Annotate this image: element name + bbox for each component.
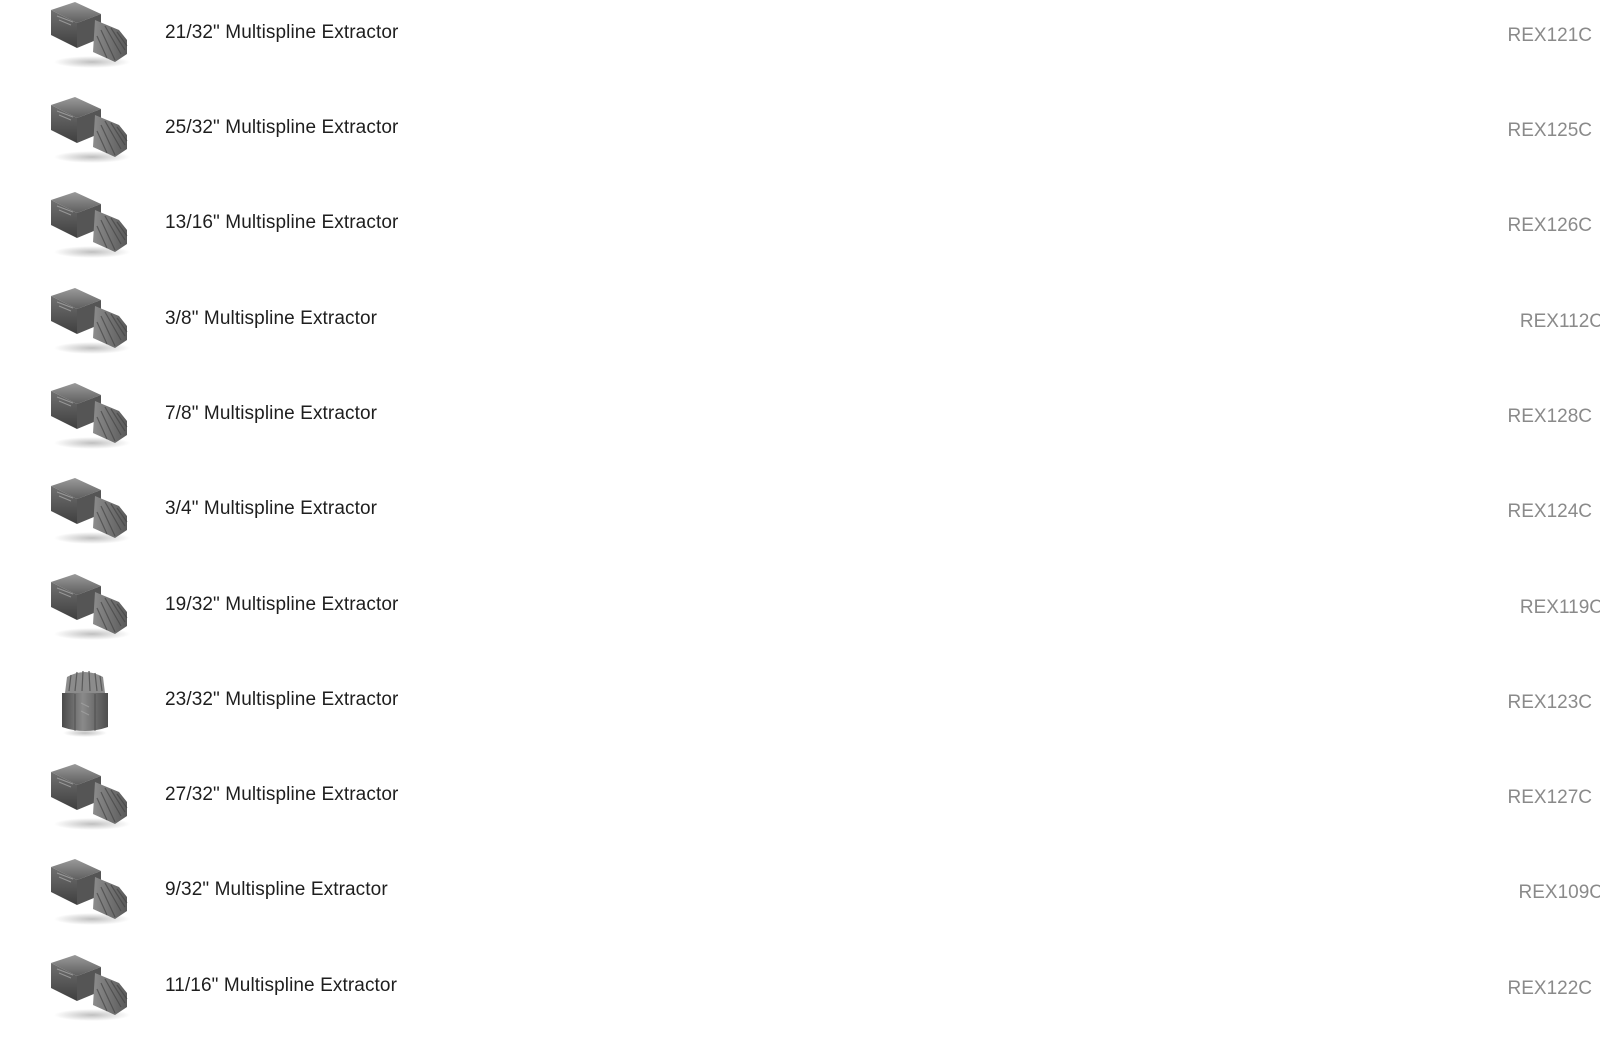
product-sku: REX109C bbox=[1519, 882, 1600, 904]
product-sku: REX126C bbox=[1508, 215, 1593, 237]
extractor-side-icon[interactable] bbox=[45, 857, 135, 929]
product-name[interactable]: 27/32" Multispline Extractor bbox=[165, 784, 398, 806]
product-sku: REX121C bbox=[1508, 25, 1593, 47]
product-name[interactable]: 11/16" Multispline Extractor bbox=[165, 975, 397, 997]
product-name[interactable]: 9/32" Multispline Extractor bbox=[165, 879, 388, 901]
extractor-upright-icon[interactable] bbox=[45, 667, 135, 739]
extractor-side-icon[interactable] bbox=[45, 476, 135, 548]
product-row[interactable]: 9/32" Multispline Extractor REX109C bbox=[0, 857, 1600, 954]
product-name[interactable]: 13/16" Multispline Extractor bbox=[165, 212, 398, 234]
product-row[interactable]: 23/32" Multispline Extractor REX123C bbox=[0, 667, 1600, 764]
product-sku: REX119C bbox=[1520, 597, 1600, 619]
product-sku: REX124C bbox=[1508, 501, 1593, 523]
product-row[interactable]: 19/32" Multispline Extractor REX119C bbox=[0, 572, 1600, 669]
product-name[interactable]: 3/8" Multispline Extractor bbox=[165, 308, 377, 330]
extractor-side-icon[interactable] bbox=[45, 572, 135, 644]
product-sku: REX123C bbox=[1508, 692, 1593, 714]
product-sku: REX125C bbox=[1508, 120, 1593, 142]
product-name[interactable]: 25/32" Multispline Extractor bbox=[165, 117, 398, 139]
product-name[interactable]: 3/4" Multispline Extractor bbox=[165, 498, 377, 520]
product-name[interactable]: 7/8" Multispline Extractor bbox=[165, 403, 377, 425]
extractor-side-icon[interactable] bbox=[45, 286, 135, 358]
product-row[interactable]: 27/32" Multispline Extractor REX127C bbox=[0, 762, 1600, 859]
product-sku: REX128C bbox=[1508, 406, 1593, 428]
product-name[interactable]: 21/32" Multispline Extractor bbox=[165, 22, 398, 44]
extractor-side-icon[interactable] bbox=[45, 381, 135, 453]
product-name[interactable]: 19/32" Multispline Extractor bbox=[165, 594, 398, 616]
product-sku: REX122C bbox=[1508, 978, 1593, 1000]
extractor-side-icon[interactable] bbox=[45, 190, 135, 262]
extractor-side-icon[interactable] bbox=[45, 0, 135, 72]
product-row[interactable]: 3/4" Multispline Extractor REX124C bbox=[0, 476, 1600, 573]
product-row[interactable]: 11/16" Multispline Extractor REX122C bbox=[0, 953, 1600, 1050]
product-row[interactable]: 7/8" Multispline Extractor REX128C bbox=[0, 381, 1600, 478]
extractor-side-icon[interactable] bbox=[45, 762, 135, 834]
extractor-side-icon[interactable] bbox=[45, 95, 135, 167]
product-name[interactable]: 23/32" Multispline Extractor bbox=[165, 689, 398, 711]
product-row[interactable]: 21/32" Multispline Extractor REX121C bbox=[0, 0, 1600, 97]
product-sku: REX112C bbox=[1520, 311, 1600, 333]
product-sku: REX127C bbox=[1508, 787, 1593, 809]
product-row[interactable]: 3/8" Multispline Extractor REX112C bbox=[0, 286, 1600, 383]
extractor-side-icon[interactable] bbox=[45, 953, 135, 1025]
product-row[interactable]: 13/16" Multispline Extractor REX126C bbox=[0, 190, 1600, 287]
product-list: 21/32" Multispline Extractor REX121C 25/… bbox=[0, 0, 1600, 1041]
product-row[interactable]: 25/32" Multispline Extractor REX125C bbox=[0, 95, 1600, 192]
